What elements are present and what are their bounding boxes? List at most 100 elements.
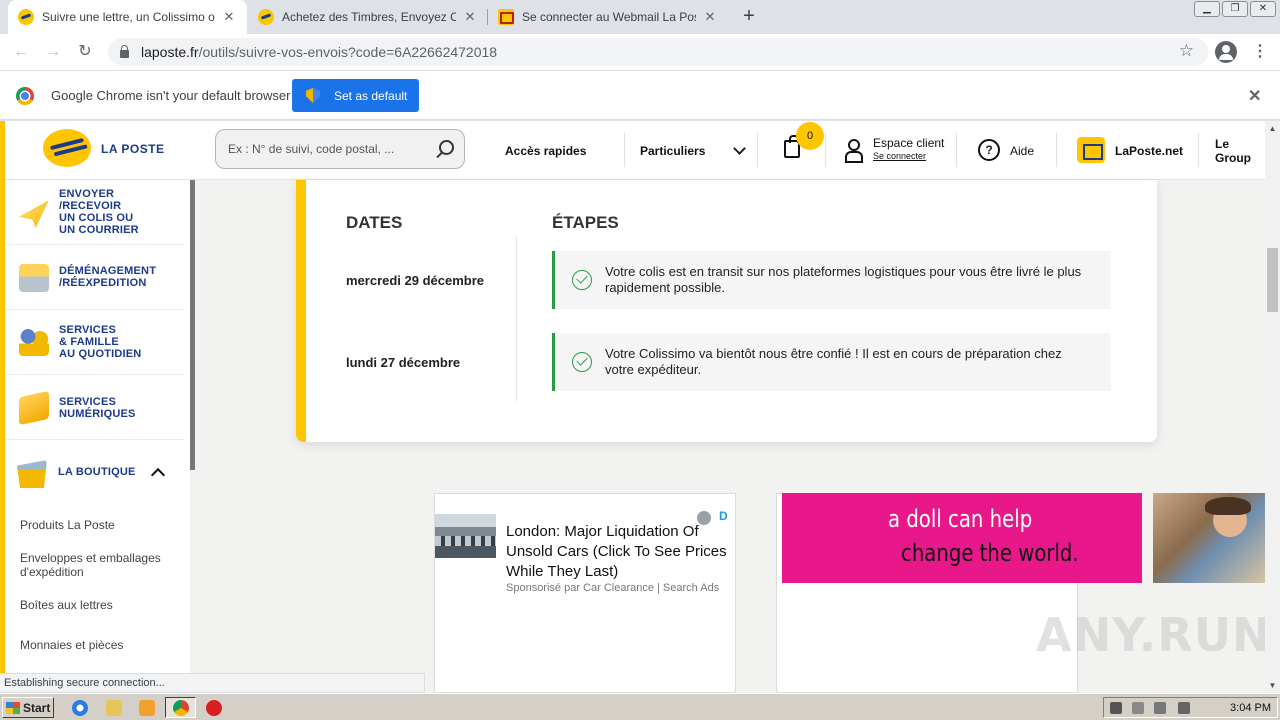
set-as-default-button[interactable]: Set as default (292, 79, 419, 112)
ad-title[interactable]: London: Major Liquidation Of Unsold Cars… (506, 522, 735, 582)
page-viewport: LA POSTE Ex : N° de suivi, code postal, … (0, 121, 1265, 693)
sidebar-item-label: ENVOYER /RECEVOIR UN COLIS OU UN COURRIE… (59, 188, 139, 236)
login-link[interactable]: Se connecter (873, 150, 944, 163)
sidebar-item-label: SERVICES NUMÉRIQUES (59, 396, 136, 420)
check-circle-icon (572, 352, 592, 372)
flag-icon[interactable] (1178, 702, 1190, 714)
start-button[interactable]: Start (2, 697, 54, 718)
header-divider (1056, 133, 1057, 167)
timeline-step: Votre Colissimo va bientôt nous être con… (552, 333, 1111, 391)
moving-box-icon (19, 264, 49, 292)
reload-button[interactable]: ↻ (73, 40, 97, 64)
help-link[interactable]: Aide (1010, 121, 1034, 180)
new-tab-button[interactable]: + (737, 5, 761, 29)
browser-toolbar: ← → ↻ laposte.fr/outils/suivre-vos-envoi… (0, 34, 1280, 70)
network-icon[interactable] (1154, 702, 1166, 714)
chevron-up-icon[interactable] (150, 467, 166, 483)
tab-webmail[interactable]: Se connecter au Webmail La Poste - ✕ (488, 0, 728, 34)
close-icon[interactable]: ✕ (221, 9, 237, 25)
doll-ad-banner[interactable]: a doll can help change the world. (782, 493, 1142, 583)
infobar-close-icon[interactable]: ✕ (1248, 86, 1261, 106)
account-link[interactable]: Espace client Se connecter (873, 137, 944, 163)
tracking-search-input[interactable]: Ex : N° de suivi, code postal, ... (215, 129, 465, 169)
windows-logo-icon (6, 701, 20, 714)
digital-services-icon (19, 390, 49, 426)
laposte-icon (258, 9, 274, 25)
window-close-button[interactable]: ✕ (1250, 1, 1276, 17)
status-bubble: Establishing secure connection... (0, 673, 425, 693)
sidebar-item-numeriques[interactable]: SERVICES NUMÉRIQUES (5, 375, 185, 440)
sponsored-ad[interactable]: D London: Major Liquidation Of Unsold Ca… (434, 493, 736, 693)
internet-explorer-icon[interactable] (72, 700, 88, 716)
tray-expand-icon[interactable] (1110, 702, 1122, 714)
windows-taskbar: Start 3:04 PM (0, 693, 1280, 720)
check-circle-icon (572, 270, 592, 290)
sidebar-item-label: DÉMÉNAGEMENT /RÉEXPEDITION (59, 265, 157, 289)
sidebar-item-boutique[interactable]: LA BOUTIQUE (5, 440, 185, 505)
system-tray: 3:04 PM (1103, 697, 1278, 718)
audience-dropdown[interactable]: Particuliers (640, 121, 747, 180)
close-icon[interactable]: ✕ (702, 9, 718, 25)
media-player-icon[interactable] (139, 700, 155, 716)
shield-icon (306, 88, 320, 103)
ad-banner-line1: a doll can help (888, 505, 1033, 533)
ad-photo-child[interactable] (1153, 493, 1265, 583)
chevron-down-icon (733, 141, 747, 155)
window-controls: ▁ ❐ ✕ (1194, 1, 1276, 17)
minimize-button[interactable]: ▁ (1194, 1, 1220, 17)
laposte-net-link[interactable]: LaPoste.net (1115, 121, 1183, 180)
site-header: LA POSTE Ex : N° de suivi, code postal, … (0, 121, 1265, 180)
sidebar-item-demenagement[interactable]: DÉMÉNAGEMENT /RÉEXPEDITION (5, 245, 185, 310)
help-icon[interactable]: ? (978, 139, 1000, 161)
tracking-timeline-card: DATES ÉTAPES mercredi 29 décembre Votre … (296, 180, 1157, 442)
laposte-net-mail-icon[interactable] (1077, 137, 1105, 163)
folder-icon[interactable] (106, 700, 122, 716)
security-alert-icon[interactable] (206, 700, 222, 716)
profile-avatar-icon[interactable] (1215, 41, 1237, 63)
header-divider (956, 133, 957, 167)
dates-header: DATES (346, 213, 403, 232)
quick-access-link[interactable]: Accès rapides (505, 121, 586, 180)
step-text: Votre Colissimo va bientôt nous être con… (605, 346, 1062, 377)
event-date: mercredi 29 décembre (346, 273, 485, 288)
bookmark-star-icon[interactable]: ☆ (1179, 41, 1194, 61)
address-bar[interactable]: laposte.fr/outils/suivre-vos-envois?code… (108, 38, 1208, 66)
chrome-logo-icon (16, 87, 34, 105)
boutique-link-monnaies[interactable]: Monnaies et pièces (20, 638, 180, 652)
account-title: Espace client (873, 136, 945, 150)
back-button[interactable]: ← (9, 40, 33, 64)
event-date: lundi 27 décembre (346, 355, 461, 370)
forward-button[interactable]: → (41, 40, 65, 64)
page-scrollbar[interactable]: ▲ ▼ (1265, 121, 1280, 693)
ad-sponsor: Sponsorisé par Car Clearance | Search Ad… (506, 582, 720, 594)
user-icon[interactable] (845, 139, 863, 163)
lock-icon (120, 45, 129, 58)
sidebar-item-label: LA BOUTIQUE (58, 466, 136, 478)
restore-button[interactable]: ❐ (1222, 1, 1248, 17)
chrome-menu-icon[interactable]: ⋮ (1252, 40, 1268, 64)
laposte-bird-icon (43, 129, 91, 167)
scrollbar-thumb[interactable] (1267, 248, 1278, 312)
url-path: /outils/suivre-vos-envois?code=6A2266247… (198, 44, 498, 60)
boutique-link-produits[interactable]: Produits La Poste (20, 518, 180, 532)
tab-strip: Suivre une lettre, un Colissimo ou un ✕ … (0, 0, 1280, 34)
sidebar-scrollbar[interactable] (190, 180, 195, 470)
sidebar-item-label: SERVICES & FAMILLE AU QUOTIDIEN (59, 324, 142, 360)
scroll-down-icon[interactable]: ▼ (1265, 678, 1280, 693)
cart-count-badge: 0 (796, 122, 824, 150)
ad-provider-label[interactable]: D (719, 509, 728, 523)
boutique-link-enveloppes[interactable]: Enveloppes et emballages d'expédition (20, 551, 180, 579)
chrome-icon (173, 700, 189, 716)
tab-timbres[interactable]: Achetez des Timbres, Envoyez Cour ✕ (248, 0, 488, 34)
boutique-link-boites[interactable]: Boîtes aux lettres (20, 598, 180, 612)
close-icon[interactable]: ✕ (462, 9, 478, 25)
laposte-logo[interactable]: LA POSTE (0, 121, 190, 180)
sidebar-item-envoyer[interactable]: ENVOYER /RECEVOIR UN COLIS OU UN COURRIE… (5, 180, 185, 245)
search-icon[interactable] (439, 140, 454, 155)
tab-tracking[interactable]: Suivre une lettre, un Colissimo ou un ✕ (8, 0, 247, 34)
volume-icon[interactable] (1132, 702, 1144, 714)
scroll-up-icon[interactable]: ▲ (1265, 121, 1280, 136)
sidebar-item-famille[interactable]: SERVICES & FAMILLE AU QUOTIDIEN (5, 310, 185, 375)
taskbar-chrome-button[interactable] (165, 697, 196, 718)
groupe-link[interactable]: Le Group (1215, 121, 1265, 180)
